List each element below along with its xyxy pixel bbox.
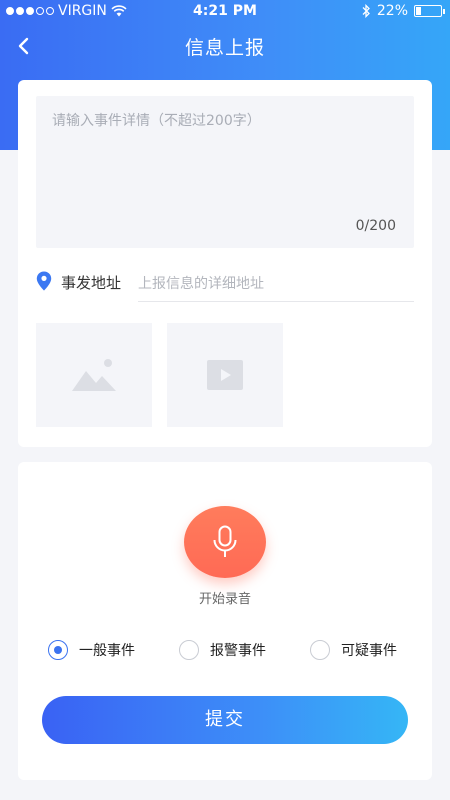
event-type-group: 一般事件 报警事件 可疑事件 xyxy=(18,640,432,664)
address-row: 事发地址 上报信息的详细地址 xyxy=(36,268,414,302)
page-title: 信息上报 xyxy=(184,37,265,59)
event-type-alarm[interactable]: 报警事件 xyxy=(179,640,266,660)
event-type-label: 报警事件 xyxy=(210,643,266,659)
image-placeholder-icon xyxy=(72,359,116,391)
report-form-card: 请输入事件详情（不超过200字） 0/200 事发地址 上报信息的详细地址 xyxy=(18,80,432,447)
address-label: 事发地址 xyxy=(61,274,122,292)
bluetooth-icon xyxy=(362,4,370,18)
radio-unchecked-icon xyxy=(179,640,199,660)
char-counter: 0/200 xyxy=(355,218,396,234)
event-details-placeholder: 请输入事件详情（不超过200字） xyxy=(52,113,261,129)
radio-unchecked-icon xyxy=(310,640,330,660)
add-video-button[interactable] xyxy=(167,323,283,427)
radio-checked-icon xyxy=(48,640,68,660)
status-bar: VIRGIN 4:21 PM 22% xyxy=(0,0,450,24)
microphone-icon xyxy=(213,525,237,557)
status-right: 22% xyxy=(361,3,445,19)
location-pin-icon xyxy=(36,271,52,291)
event-type-label: 可疑事件 xyxy=(341,643,397,659)
event-type-label: 一般事件 xyxy=(79,643,135,659)
address-placeholder: 上报信息的详细地址 xyxy=(138,276,264,292)
record-label: 开始录音 xyxy=(198,592,251,607)
record-button[interactable] xyxy=(184,506,266,578)
video-placeholder-icon xyxy=(207,360,243,390)
event-type-general[interactable]: 一般事件 xyxy=(48,640,135,660)
event-type-card: 开始录音 一般事件 报警事件 可疑事件 提交 xyxy=(18,462,432,780)
submit-button[interactable]: 提交 xyxy=(42,696,408,744)
event-type-suspicious[interactable]: 可疑事件 xyxy=(310,640,397,660)
add-image-button[interactable] xyxy=(36,323,152,427)
address-input[interactable]: 上报信息的详细地址 xyxy=(138,268,414,302)
battery-icon xyxy=(414,5,445,17)
battery-fill xyxy=(416,7,421,15)
battery-percent: 22% xyxy=(376,3,408,19)
event-details-textarea[interactable]: 请输入事件详情（不超过200字） 0/200 xyxy=(36,96,414,248)
navigation-bar: 信息上报 xyxy=(0,24,450,68)
